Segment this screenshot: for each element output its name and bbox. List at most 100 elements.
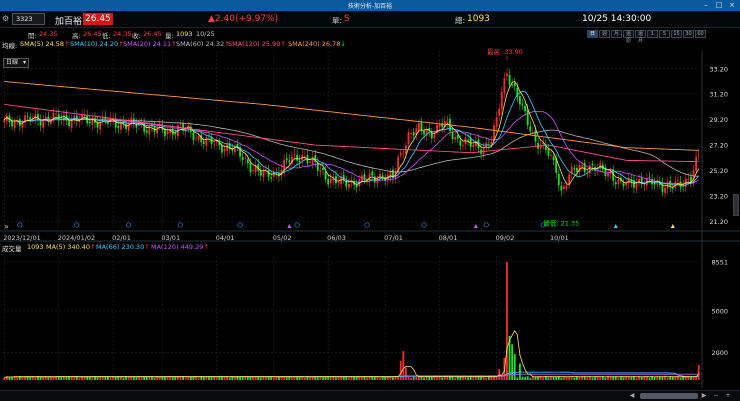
scroll-right-icon[interactable]: ▶ <box>700 392 708 400</box>
candle-body <box>506 73 508 77</box>
volume-bar <box>373 376 376 380</box>
volume-bar <box>303 377 306 380</box>
scrollbar-thumb[interactable] <box>640 393 698 399</box>
candle-body <box>337 182 340 184</box>
volume-bar <box>609 376 612 380</box>
event-marker-icon <box>364 222 370 228</box>
candle-body <box>588 165 591 174</box>
volume-bar <box>353 377 355 380</box>
candle-body <box>241 157 244 161</box>
volume-bar <box>70 376 73 380</box>
vertical-scrollbar[interactable] <box>733 194 739 216</box>
volume-bar <box>516 377 519 380</box>
volume-value: 1093 <box>27 243 44 251</box>
volume-bar <box>3 377 6 380</box>
trend-arrow-icon: ↑ <box>203 243 209 251</box>
volume-bar <box>272 377 275 380</box>
candle-body <box>547 148 550 156</box>
candle-body <box>521 103 524 105</box>
volume-bar <box>500 376 503 380</box>
volume-bar <box>397 377 400 380</box>
volume-bar <box>379 377 381 380</box>
volume-bar <box>234 376 236 380</box>
volume-bar <box>596 376 599 380</box>
volume-bar <box>202 377 205 380</box>
volume-bar <box>493 376 495 380</box>
candle-body <box>42 119 45 128</box>
volume-bar <box>21 377 24 380</box>
candle-body <box>262 171 265 178</box>
candle-body <box>221 145 223 153</box>
candle-body <box>265 169 267 171</box>
price-tick-label: 21.20 <box>709 218 728 226</box>
volume-bar <box>96 377 99 380</box>
volume-bar <box>640 376 643 380</box>
price-tick-label: 27.20 <box>709 142 728 150</box>
candle-body <box>322 168 324 170</box>
time-tick-label: 04/01 <box>216 234 235 242</box>
volume-ma66-legend: MA(66) 230.30↑ <box>96 243 150 251</box>
price-tick-label: 25.20 <box>709 167 728 175</box>
scroll-left-icon[interactable]: ◀ <box>628 392 636 400</box>
candle-body <box>26 116 29 117</box>
candle-body <box>563 186 565 189</box>
volume-bar <box>542 377 545 380</box>
candle-body <box>272 172 275 177</box>
volume-bar <box>254 377 257 380</box>
volume-bar <box>371 376 374 380</box>
time-tick-label: 2024/01/02 <box>58 234 95 242</box>
candle-body <box>560 185 563 191</box>
volume-bar <box>573 377 576 380</box>
zoom-out-icon[interactable]: − <box>712 392 720 400</box>
volume-bar <box>340 376 343 380</box>
volume-bar <box>135 377 138 380</box>
volume-bar <box>309 376 311 380</box>
volume-bar <box>47 377 50 380</box>
event-marker-icon <box>17 222 23 228</box>
volume-bar <box>342 376 345 380</box>
signal-triangle-icon <box>287 224 292 228</box>
price-tick-label: 31.20 <box>709 91 728 99</box>
volume-bar <box>241 377 244 380</box>
volume-ma5-legend: MA(5) 340.40↑ <box>46 243 96 251</box>
candle-body <box>513 83 516 87</box>
volume-bar <box>127 377 130 380</box>
sma120-line <box>4 103 699 163</box>
candle-body <box>360 175 363 182</box>
price-volume-chart[interactable]: 21.20 23.20 25.20 27.20 29.20 31.20 33.20 2000 5… <box>0 0 740 401</box>
event-marker-icon <box>294 222 300 228</box>
volume-bar <box>547 377 550 380</box>
trend-arrow-icon: ↑ <box>90 243 96 251</box>
expand-icon[interactable]: » <box>4 222 9 231</box>
volume-bar <box>423 377 425 380</box>
candle-body <box>653 182 656 185</box>
candle-body <box>687 178 690 180</box>
volume-bar <box>679 377 682 380</box>
candle-body <box>309 162 311 163</box>
volume-bar <box>109 377 112 380</box>
candle-body <box>508 74 511 85</box>
horizontal-scrollbar[interactable]: ◀ ▶ − + <box>0 390 740 401</box>
volume-bar <box>78 377 81 380</box>
volume-bar <box>215 377 218 380</box>
volume-bar <box>348 377 350 380</box>
volume-bar <box>60 377 63 380</box>
volume-bar <box>34 377 37 380</box>
time-tick-label: 2023/12/01 <box>3 234 40 242</box>
volume-bar <box>529 377 532 380</box>
candle-body <box>55 113 58 115</box>
candle-body <box>285 158 288 161</box>
candle-body <box>107 122 109 124</box>
candle-body <box>664 187 666 193</box>
candle-body <box>420 121 423 131</box>
volume-bar <box>221 376 223 380</box>
candle-body <box>526 109 529 126</box>
zoom-in-icon[interactable]: + <box>724 392 732 400</box>
volume-tick-label: 5000 <box>711 308 728 316</box>
candle-body <box>145 130 148 133</box>
candle-body <box>622 183 625 187</box>
volume-bar <box>415 376 418 380</box>
event-marker-icon <box>126 222 132 228</box>
candle-body <box>259 170 262 176</box>
candle-body <box>363 174 366 181</box>
